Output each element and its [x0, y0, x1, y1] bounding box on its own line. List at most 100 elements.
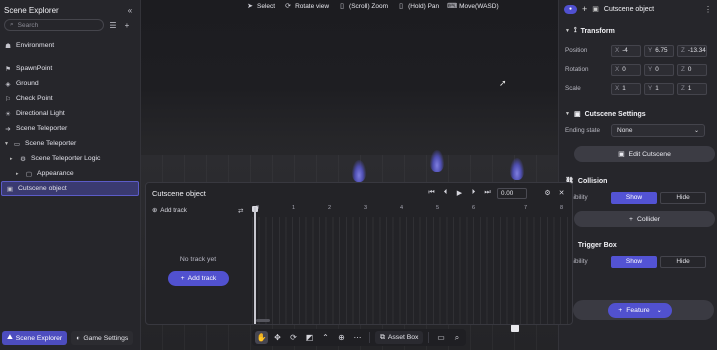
rotation-y-input[interactable]: Y0: [644, 63, 674, 76]
scale-x-input[interactable]: X1: [611, 82, 641, 95]
section-title: Transform: [580, 27, 615, 35]
close-icon[interactable]: ✕: [557, 189, 566, 198]
trigger-hide-button[interactable]: Hide: [660, 255, 706, 268]
add-track-link[interactable]: ⊕ Add track: [146, 203, 250, 218]
object-toggle[interactable]: ●: [564, 4, 577, 14]
caret-right-icon[interactable]: ▸: [10, 156, 15, 162]
filter-icon[interactable]: ☰: [108, 20, 118, 30]
tree-item-scene-teleporter-group[interactable]: ▼ ▭ Scene Teleporter: [0, 136, 140, 151]
ending-state-select[interactable]: None ⌄: [611, 124, 705, 137]
chevron-up-icon[interactable]: ⌃: [319, 331, 332, 344]
tree-item-appearance[interactable]: ▸ ▢ Appearance: [0, 166, 140, 181]
move-tool-icon[interactable]: ✥: [271, 331, 284, 344]
tree-item-check-point[interactable]: ⚐ Check Point: [0, 91, 140, 106]
scene-tree: ☗ Environment ⚑ SpawnPoint ◈ Ground ⚐ Ch…: [0, 38, 140, 196]
trigger-box-section-header[interactable]: ⛓ Trigger Box: [559, 238, 717, 252]
appearance-icon: ▢: [25, 170, 33, 178]
cutscene-settings-header[interactable]: ▼ ▣ Cutscene Settings: [559, 107, 717, 121]
mouse-hold-icon: ▯: [399, 3, 403, 10]
tree-item-scene-teleporter[interactable]: ➔ Scene Teleporter: [0, 121, 140, 136]
hint-label: Select: [257, 2, 276, 10]
link-label: Add track: [160, 207, 187, 214]
gear-icon[interactable]: ⚙: [543, 189, 552, 198]
add-feature-button[interactable]: + Feature ⌄: [608, 303, 672, 318]
time-ruler[interactable]: 0 1 2 3 4 5 6 7 8: [252, 205, 572, 217]
position-z-input[interactable]: Z -13.34: [677, 44, 707, 57]
skip-end-icon[interactable]: ⏭: [483, 189, 492, 198]
transform-icon: ⟟: [573, 27, 577, 34]
add-icon[interactable]: +: [582, 4, 587, 14]
trigger-show-button[interactable]: Show: [611, 255, 657, 268]
caret-right-icon[interactable]: ▸: [16, 171, 21, 177]
time-input[interactable]: 0.00: [497, 187, 527, 199]
folder-icon: ▭: [13, 140, 21, 148]
collision-section-header[interactable]: ⛓ Collision: [559, 174, 717, 188]
teleporter-glow: [510, 158, 524, 180]
tree-item-label: Environment: [16, 42, 55, 49]
rotate-tool-icon[interactable]: ⟳: [287, 331, 300, 344]
section-title: Collision: [577, 177, 608, 185]
folder-icon[interactable]: ▭: [434, 331, 447, 344]
add-collider-button[interactable]: + Collider: [574, 211, 715, 227]
toolbar-divider: [428, 332, 430, 343]
timeline-grid[interactable]: [252, 217, 572, 324]
tree-item-label: Check Point: [16, 95, 53, 102]
filter-icon[interactable]: ⇄: [238, 207, 243, 215]
button-label: Collider: [636, 215, 661, 223]
more-icon[interactable]: ⋯: [351, 331, 364, 344]
rotation-z-input[interactable]: Z0: [677, 63, 707, 76]
scale-z-input[interactable]: Z1: [677, 82, 707, 95]
object-name: Cutscene object: [603, 5, 655, 13]
globe-icon[interactable]: ⊕: [335, 331, 348, 344]
plus-circle-icon: ⊕: [152, 207, 158, 214]
tree-item-cutscene-object[interactable]: ▣ Cutscene object: [1, 181, 139, 196]
collision-show-button[interactable]: Show: [611, 191, 657, 204]
hand-tool-icon[interactable]: ✋: [255, 331, 268, 344]
search-icon[interactable]: ⌕: [450, 331, 463, 344]
more-icon[interactable]: ⋮: [704, 5, 712, 14]
timeline-scrollbar[interactable]: [256, 319, 270, 322]
logic-icon: ⚙: [20, 155, 26, 163]
position-x-input[interactable]: X -4: [611, 44, 641, 57]
chevron-down-icon: ⌄: [693, 128, 699, 134]
scale-y-input[interactable]: Y1: [644, 82, 674, 95]
collapse-panel-icon[interactable]: «: [125, 5, 135, 15]
tree-item-directional-light[interactable]: ☀ Directional Light: [0, 106, 140, 121]
mouse-scroll-icon: ▯: [340, 3, 344, 10]
asset-box-button[interactable]: ⧉ Asset Box: [375, 331, 424, 344]
position-y-input[interactable]: Y 6.75: [644, 44, 674, 57]
game-settings-button[interactable]: ◐ Game Settings: [71, 331, 134, 345]
scene-explorer-button[interactable]: ⛰ Scene Explorer: [2, 331, 68, 345]
tree-item-label: Ground: [16, 80, 39, 87]
tree-item-label: Directional Light: [16, 110, 65, 117]
search-input[interactable]: ⌕ Search: [4, 19, 104, 31]
tree-item-label: Cutscene object: [18, 185, 67, 192]
tree-item-ground[interactable]: ◈ Ground: [0, 76, 140, 91]
playhead-line[interactable]: [254, 207, 256, 324]
hint-move: ⌨ Move(WASD): [447, 2, 499, 11]
skip-start-icon[interactable]: ⏮: [427, 189, 436, 198]
ground-icon: ◈: [5, 80, 11, 88]
button-label: Feature: [626, 307, 650, 314]
caret-down-icon[interactable]: ▼: [4, 141, 9, 147]
play-icon[interactable]: ▶: [455, 189, 464, 198]
transform-section-header[interactable]: ▼ ⟟ Transform: [559, 24, 717, 38]
checkpoint-icon: ⚐: [5, 95, 11, 103]
rotation-x-input[interactable]: X0: [611, 63, 641, 76]
collision-hide-button[interactable]: Hide: [660, 191, 706, 204]
chevron-down-icon: ▼: [565, 28, 570, 34]
tree-item-spawnpoint[interactable]: ⚑ SpawnPoint: [0, 61, 140, 76]
edit-cutscene-button[interactable]: ▣ Edit Cutscene: [574, 146, 715, 162]
collision-visibility-row: Visibility Show Hide: [559, 188, 717, 207]
step-forward-icon[interactable]: ⏵: [469, 189, 478, 198]
tree-item-label: Scene Teleporter Logic: [31, 155, 101, 162]
add-track-button[interactable]: + Add track: [168, 271, 229, 286]
scale-tool-icon[interactable]: ◩: [303, 331, 316, 344]
add-object-icon[interactable]: +: [122, 20, 132, 30]
step-back-icon[interactable]: ⏴: [441, 189, 450, 198]
spawn-icon: ⚑: [5, 65, 11, 73]
tree-item-teleporter-logic[interactable]: ▸ ⚙ Scene Teleporter Logic: [0, 151, 140, 166]
timeline-title: Cutscene object: [152, 188, 206, 198]
tree-item-environment[interactable]: ☗ Environment: [0, 38, 140, 53]
section-title: Cutscene Settings: [584, 110, 646, 118]
